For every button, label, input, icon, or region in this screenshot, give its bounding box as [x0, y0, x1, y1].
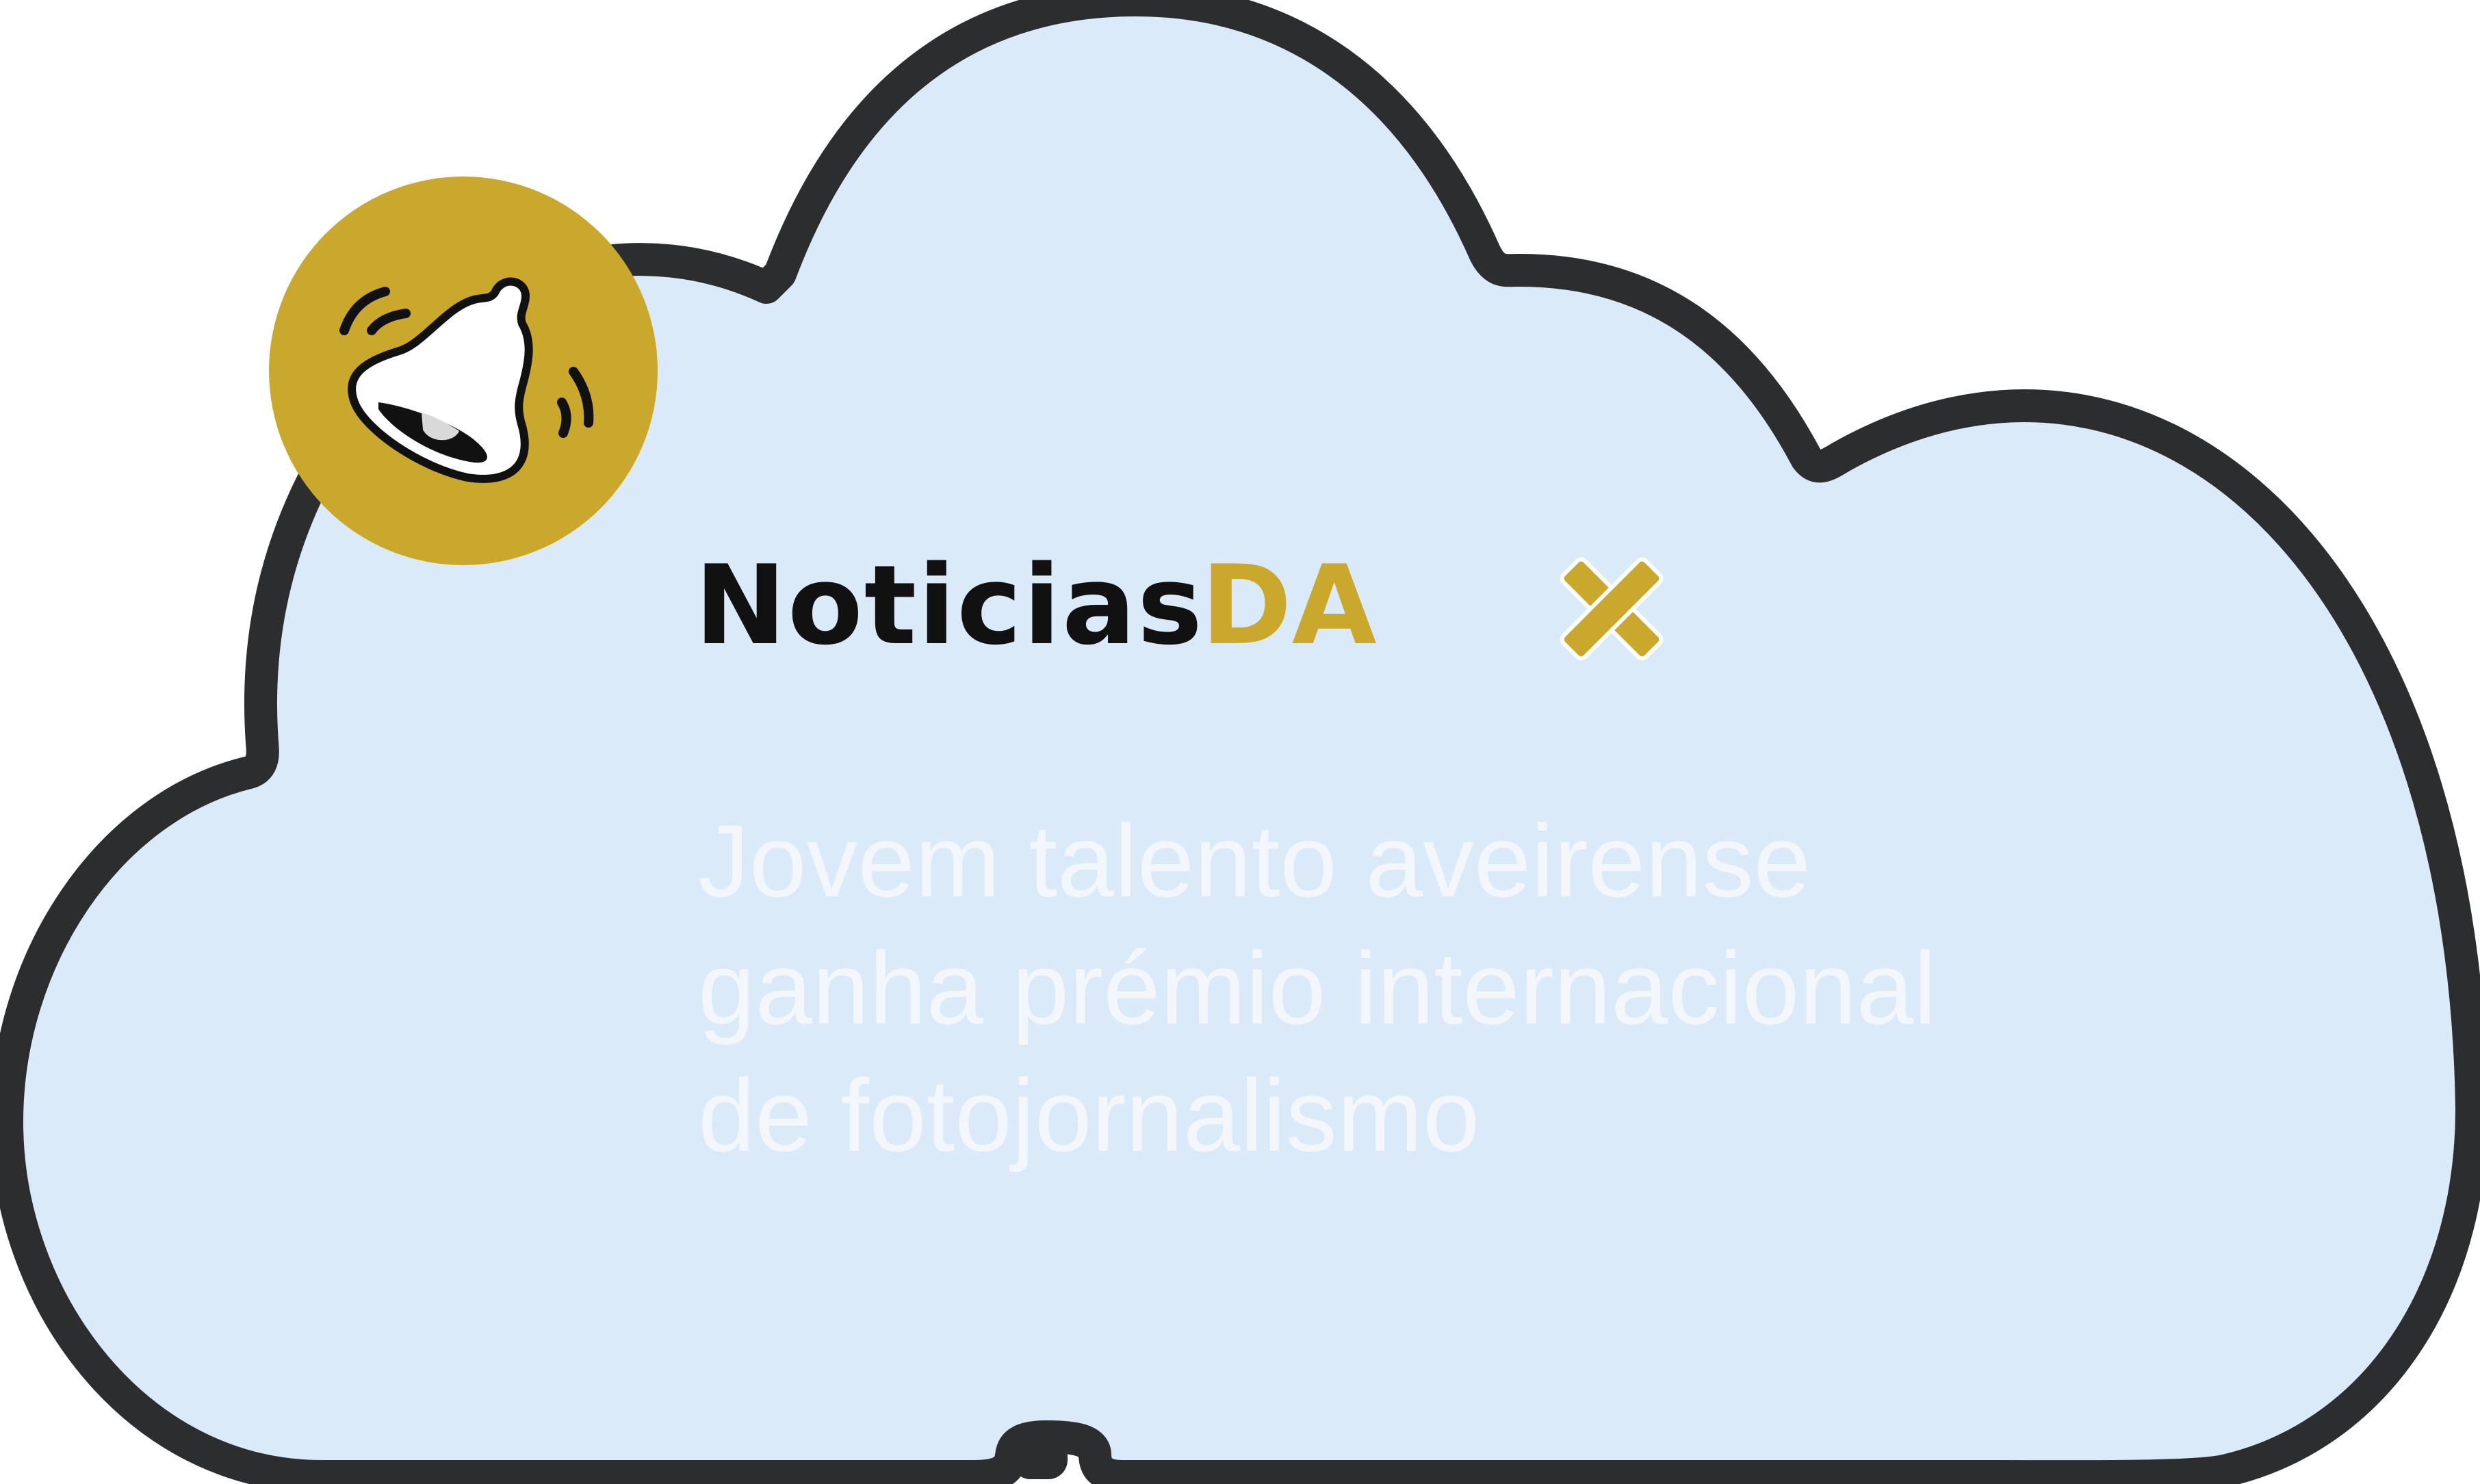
headline-line-3: de fotojornalismo [698, 1058, 1480, 1173]
headline: Jovem talento aveirense ganha prémio int… [698, 797, 2067, 1179]
bell-ringing-icon [269, 177, 658, 565]
headline-line-1: Jovem talento aveirense [698, 803, 1811, 918]
headline-line-2: ganha prémio internacional [698, 930, 1937, 1045]
brand-word: Noticias [695, 541, 1204, 669]
x-mark-icon [1560, 557, 1664, 661]
news-card: Noticias DA Jovem talento aveirense ganh… [0, 0, 2480, 1484]
brand-particle: DA [1201, 541, 1377, 669]
brand-title: Noticias DA [695, 547, 1687, 671]
